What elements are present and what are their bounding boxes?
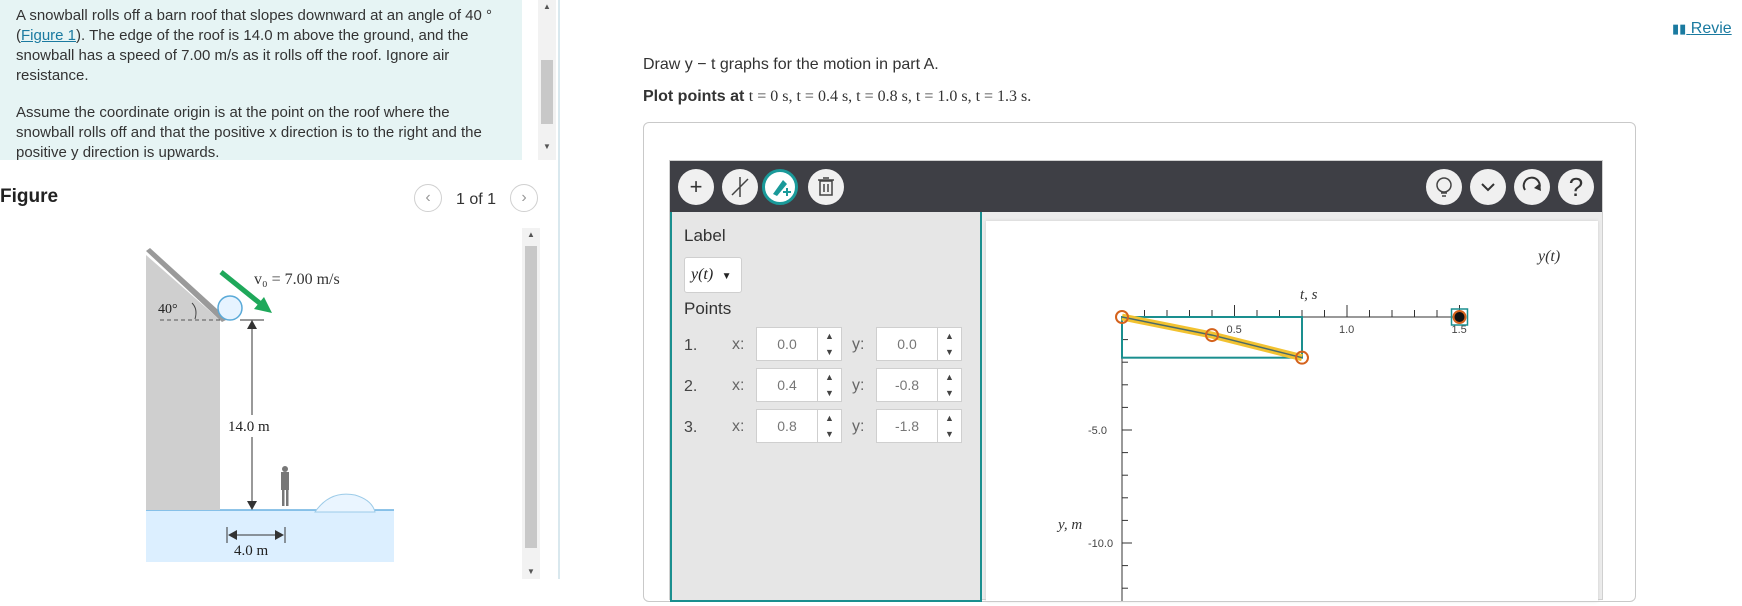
problem-paragraph-1: A snowball rolls off a barn roof that sl… (16, 7, 493, 84)
pen-plus-icon (773, 180, 791, 196)
instruction-line-2: Plot points at t = 0 s, t = 0.4 s, t = 0… (643, 88, 1032, 105)
point-x-input[interactable]: 0.0 (756, 327, 818, 361)
x-stepper[interactable]: ▲ ▼ (818, 368, 842, 402)
instruction-line-1: Draw y − t graphs for the motion in part… (643, 56, 939, 73)
point-row: 2. x: 0.4 ▲ ▼ y: -0.8 ▲ ▼ (684, 368, 974, 404)
curve-label: y(t) (1536, 248, 1560, 265)
plus-icon: + (689, 174, 703, 199)
barn-wall (146, 255, 220, 510)
x-stepper[interactable]: ▲ ▼ (818, 327, 842, 361)
scroll-down-icon[interactable]: ▼ (538, 140, 556, 154)
graphing-tool: + ? Label y(t) ▼ Points 1. x: 0.0 ▲ ▼ y:… (669, 160, 1603, 602)
y-stepper[interactable]: ▲ ▼ (938, 368, 962, 402)
delete-button[interactable] (808, 169, 844, 205)
t-tick-label: 1.0 (1339, 324, 1354, 336)
scroll-thumb[interactable] (525, 246, 537, 548)
point-y-input[interactable]: -0.8 (876, 368, 938, 402)
label-dropdown[interactable]: y(t) ▼ (684, 257, 742, 293)
extra-data-point (1452, 310, 1467, 324)
redo-icon (1522, 176, 1541, 191)
panel-divider (558, 0, 560, 579)
reset-button[interactable] (1514, 169, 1550, 205)
scroll-thumb[interactable] (541, 60, 553, 124)
point-x-input[interactable]: 0.4 (756, 368, 818, 402)
height-arrow-bottom (247, 501, 257, 510)
book-icon: ▮▮ (1672, 21, 1687, 36)
question-icon: ? (1568, 172, 1584, 202)
snow-mound (314, 493, 376, 513)
graph-plot[interactable]: y(t) t, s y, m 0.5 1.0 1.5 -5.0 -10.0 (986, 221, 1598, 601)
point-y-input[interactable]: 0.0 (876, 327, 938, 361)
instructions: Draw y − t graphs for the motion in part… (643, 56, 1031, 120)
point-row: 1. x: 0.0 ▲ ▼ y: 0.0 ▲ ▼ (684, 327, 974, 363)
person-body (281, 472, 289, 490)
draw-tool-button[interactable] (762, 169, 798, 205)
trash-icon (818, 177, 834, 196)
line-icon (731, 177, 749, 197)
line-tool-button[interactable] (722, 169, 758, 205)
lightbulb-icon (1436, 177, 1452, 197)
person-head (282, 466, 288, 472)
y-axis-label: y, m (1056, 517, 1082, 533)
hint-button[interactable] (1426, 169, 1462, 205)
figure-header: Figure ‹ 1 of 1 › (0, 180, 556, 220)
label-heading: Label (684, 226, 726, 245)
previous-figure-button[interactable]: ‹ (414, 184, 442, 212)
angle-label: 40° (158, 302, 178, 317)
point-row: 3. x: 0.8 ▲ ▼ y: -1.8 ▲ ▼ (684, 409, 974, 445)
t-tick-label: 1.5 (1452, 324, 1467, 336)
x-stepper[interactable]: ▲ ▼ (818, 409, 842, 443)
review-link[interactable]: ▮▮ Revie (1672, 20, 1732, 38)
graph-canvas[interactable]: y(t) t, s y, m 0.5 1.0 1.5 -5.0 -10.0 (986, 221, 1598, 601)
problem-statement: A snowball rolls off a barn roof that sl… (0, 0, 522, 160)
figure-title: Figure (0, 186, 59, 207)
point-editor-panel: Label y(t) ▼ Points 1. x: 0.0 ▲ ▼ y: 0.0 … (670, 212, 982, 602)
scroll-up-icon[interactable]: ▲ (538, 0, 556, 14)
y-stepper[interactable]: ▲ ▼ (938, 327, 962, 361)
distance-label: 4.0 m (234, 543, 269, 559)
points-heading: Points (684, 299, 732, 318)
problem-scrollbar[interactable]: ▲ ▼ (538, 0, 556, 160)
y-tick-label: -5.0 (1088, 425, 1107, 437)
scroll-up-icon[interactable]: ▲ (522, 228, 540, 242)
y-tick-label: -10.0 (1088, 538, 1113, 550)
problem-paragraph-2: Assume the coordinate origin is at the p… (16, 104, 482, 160)
t-tick-label: 0.5 (1227, 324, 1242, 336)
barn-snowball-diagram: 40° v₀ = 7.00 m/s 14.0 m 4.0 m (146, 248, 394, 562)
chevron-down-icon (1481, 183, 1495, 192)
figure-scrollbar[interactable]: ▲ ▼ (522, 228, 540, 579)
caret-down-icon: ▼ (721, 271, 732, 282)
help-button[interactable]: ? (1558, 169, 1594, 205)
add-point-button[interactable]: + (678, 169, 714, 205)
next-figure-button[interactable]: › (510, 184, 538, 212)
point-x-input[interactable]: 0.8 (756, 409, 818, 443)
chevron-right-icon: › (521, 189, 527, 206)
snow-ground (146, 510, 394, 562)
figure-link[interactable]: Figure 1 (21, 27, 76, 44)
figure-area: 40° v₀ = 7.00 m/s 14.0 m 4.0 m (0, 225, 540, 579)
figure-count: 1 of 1 (456, 191, 497, 208)
y-stepper[interactable]: ▲ ▼ (938, 409, 962, 443)
height-label: 14.0 m (228, 419, 270, 435)
more-options-button[interactable] (1470, 169, 1506, 205)
graph-toolbar: + ? (670, 161, 1602, 212)
scroll-down-icon[interactable]: ▼ (522, 565, 540, 579)
point-y-input[interactable]: -1.8 (876, 409, 938, 443)
speed-label: v₀ = 7.00 m/s (254, 271, 340, 288)
t-axis-label: t, s (1300, 287, 1318, 303)
chevron-left-icon: ‹ (425, 189, 431, 206)
snowball (217, 295, 243, 321)
height-arrow-top (247, 320, 257, 329)
